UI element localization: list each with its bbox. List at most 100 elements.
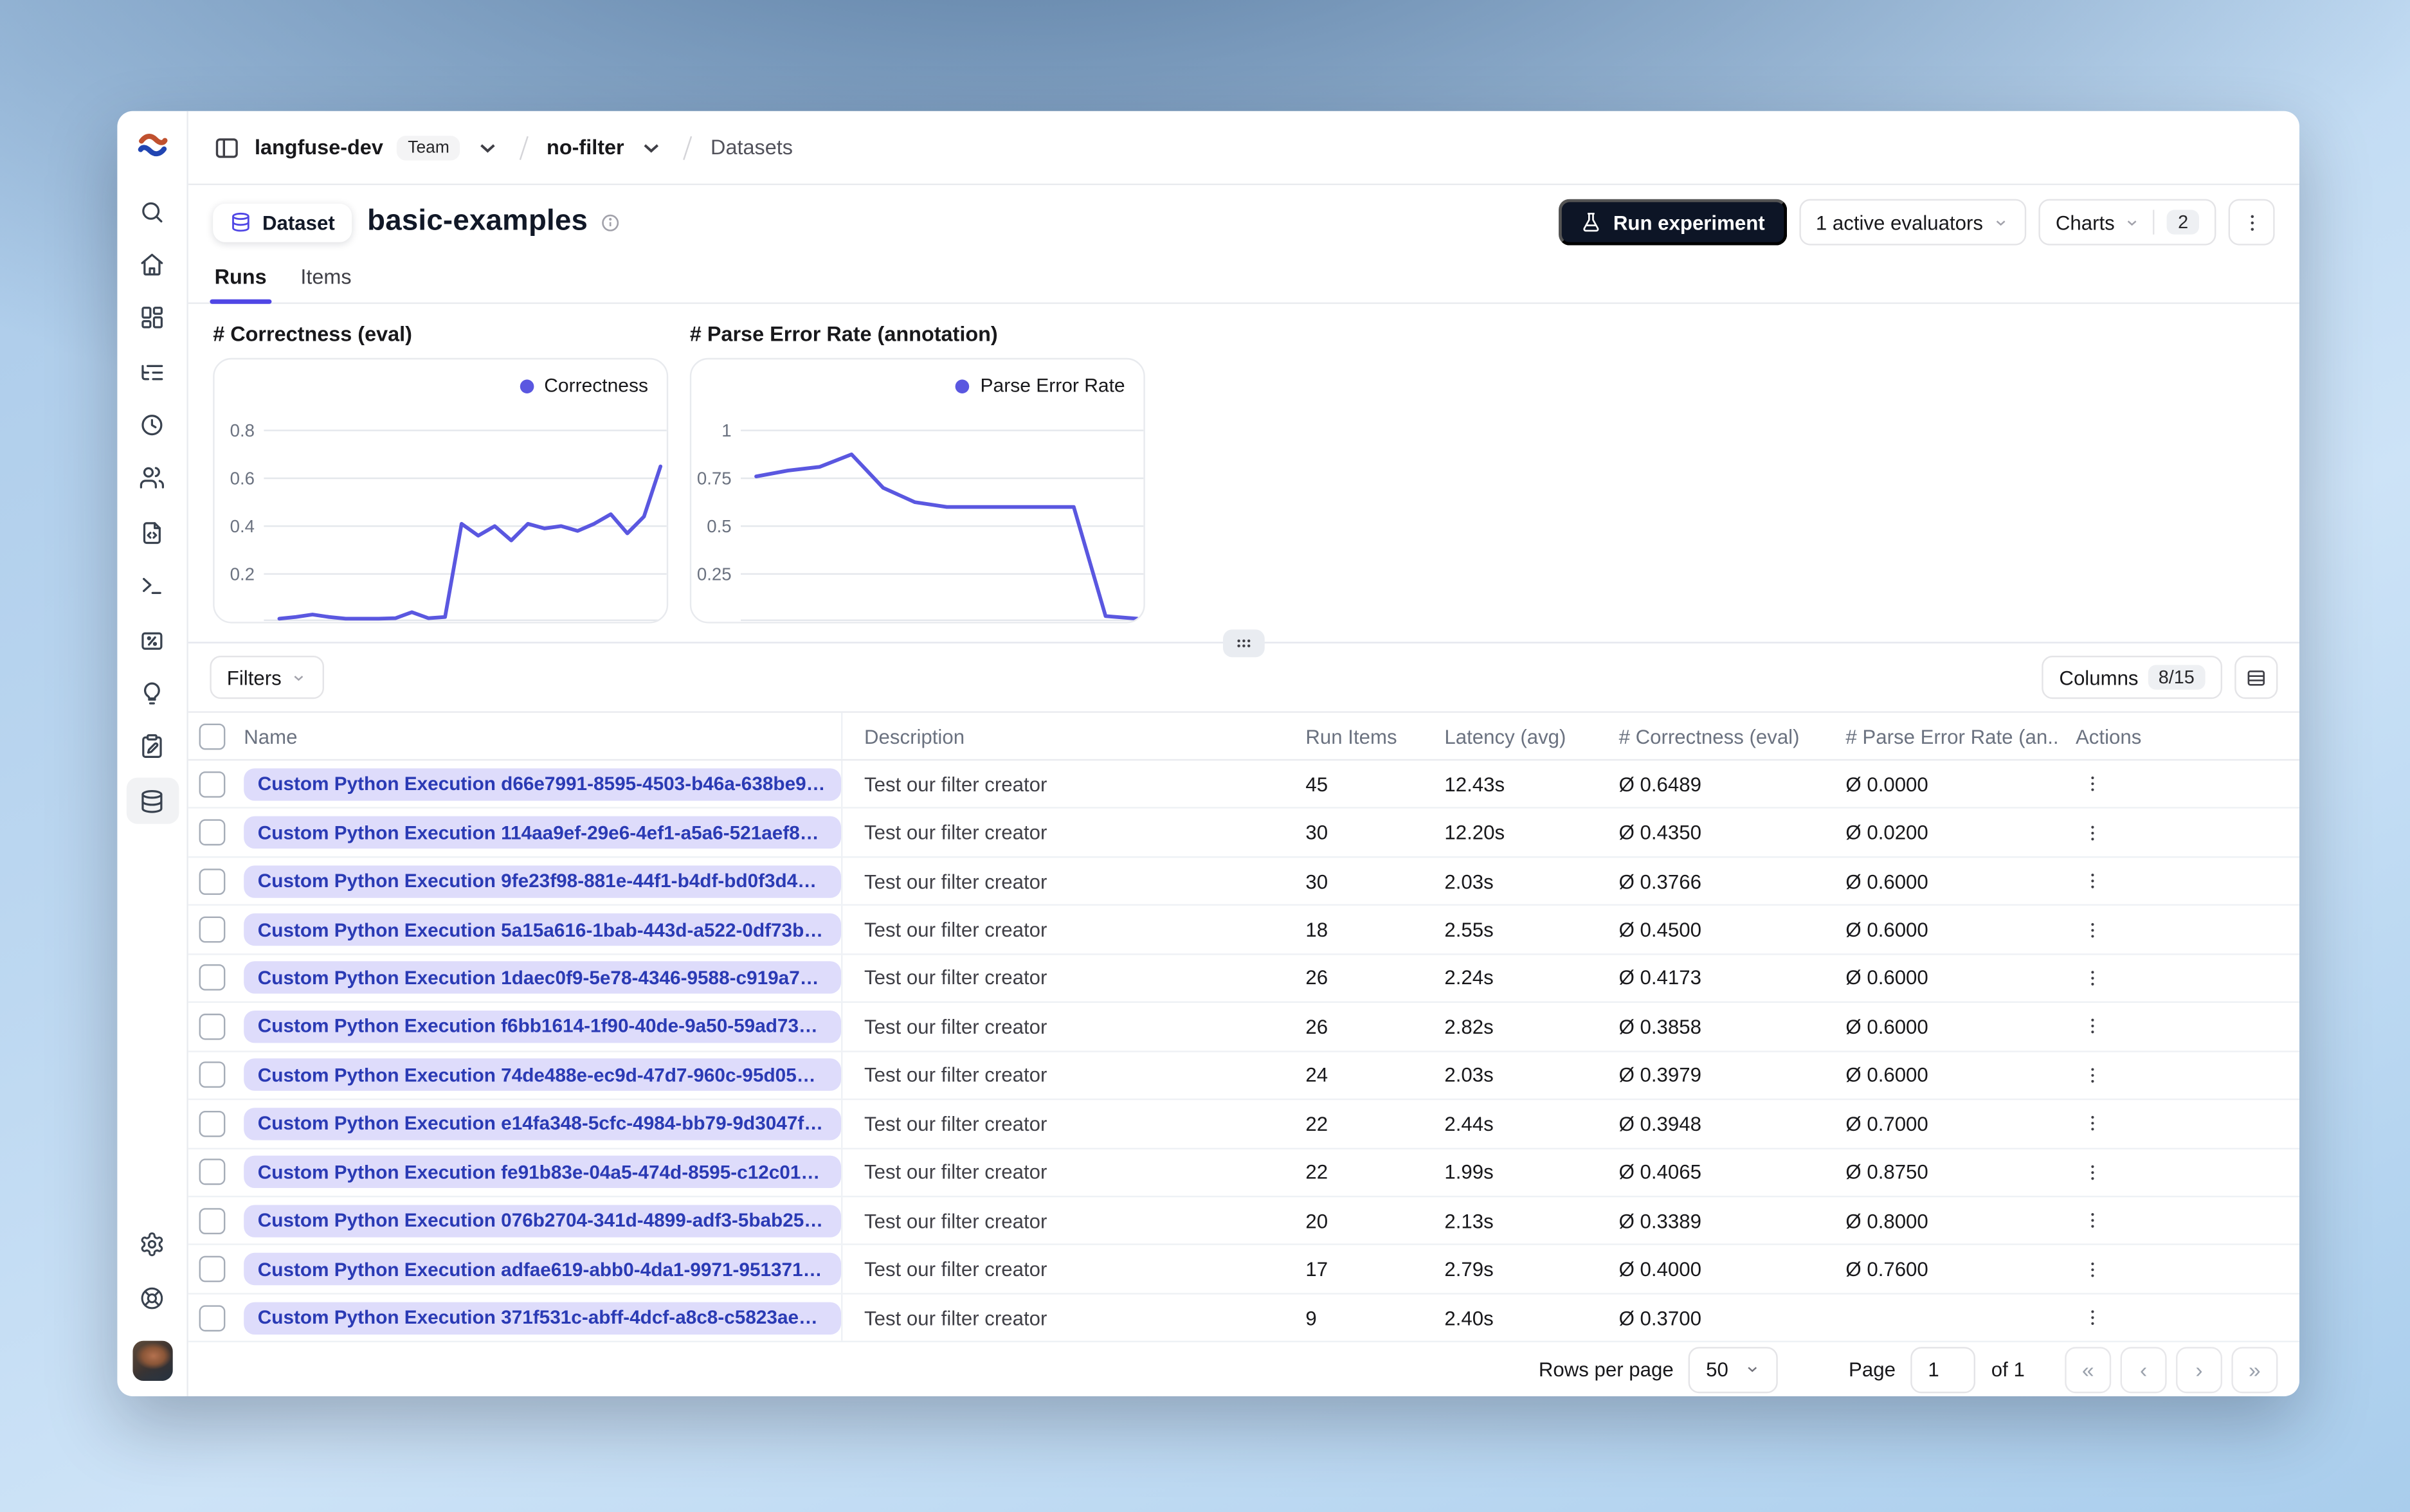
row-checkbox[interactable] [199, 771, 226, 798]
sidebar-item-insights[interactable] [126, 672, 179, 712]
row-checkbox[interactable] [199, 965, 226, 991]
row-actions-button[interactable] [2076, 767, 2110, 801]
user-avatar[interactable] [132, 1340, 172, 1381]
run-name-link[interactable]: Custom Python Execution 1daec0f9-5e78-43… [244, 962, 841, 995]
sidebar-item-evaluation[interactable] [126, 620, 179, 660]
sidebar-item-dashboard[interactable] [126, 296, 179, 336]
columns-button[interactable]: Columns 8/15 [2042, 656, 2223, 699]
langfuse-logo-icon[interactable] [134, 127, 171, 164]
run-name-link[interactable]: Custom Python Execution 5a15a616-1bab-44… [244, 913, 841, 946]
sidebar-item-datasets[interactable] [125, 777, 179, 824]
row-checkbox[interactable] [199, 1158, 226, 1185]
cell-run_items: 20 [1305, 1209, 1328, 1232]
row-actions-button[interactable] [2076, 913, 2110, 947]
sessions-icon [139, 411, 165, 438]
sidebar-item-playground[interactable] [126, 564, 179, 604]
run-name-link[interactable]: Custom Python Execution e14fa348-5cfc-49… [244, 1107, 841, 1140]
sidebar-bottom-nav [126, 1223, 179, 1317]
sidebar-item-users[interactable] [126, 456, 179, 496]
panel-toggle-icon[interactable] [213, 134, 240, 161]
database-icon [232, 212, 249, 232]
first-page-button[interactable]: « [2065, 1346, 2112, 1393]
row-actions-button[interactable] [2076, 961, 2110, 995]
button-divider [2153, 210, 2155, 235]
run-name-link[interactable]: Custom Python Execution 371f531c-abff-4d… [244, 1301, 841, 1334]
row-checkbox[interactable] [199, 1110, 226, 1137]
cell-latency: 2.13s [1444, 1209, 1494, 1232]
sidebar-item-search[interactable] [126, 192, 179, 231]
info-icon[interactable] [600, 212, 620, 232]
run-name-link[interactable]: Custom Python Execution 74de488e-ec9d-47… [244, 1059, 841, 1092]
row-actions-button[interactable] [2076, 1252, 2110, 1286]
row-actions-button[interactable] [2076, 1300, 2110, 1335]
table-row: Custom Python Execution 5a15a616-1bab-44… [188, 906, 2300, 955]
breadcrumb-section[interactable]: Datasets [711, 136, 793, 159]
datasets-icon [139, 788, 165, 814]
rows-per-page-select[interactable]: 50 [1689, 1346, 1778, 1393]
sidebar-item-home[interactable] [126, 244, 179, 284]
cell-correctness: Ø 0.3858 [1618, 1014, 1701, 1038]
run-name-link[interactable]: Custom Python Execution fe91b83e-04a5-47… [244, 1156, 841, 1189]
active-evaluators-label: 1 active evaluators [1815, 210, 1984, 234]
row-checkbox[interactable] [199, 819, 226, 846]
cell-run_items: 18 [1305, 918, 1328, 942]
tab-runs[interactable]: Runs [210, 266, 271, 304]
active-evaluators-button[interactable]: 1 active evaluators [1798, 199, 2027, 246]
charts-toggle-button[interactable]: Charts 2 [2038, 199, 2216, 246]
row-checkbox[interactable] [199, 1304, 226, 1331]
run-experiment-label: Run experiment [1613, 210, 1765, 234]
table-body: Custom Python Execution d66e7991-8595-45… [188, 760, 2300, 1343]
filters-button[interactable]: Filters [210, 656, 325, 699]
table-row: Custom Python Execution 9fe23f98-881e-44… [188, 858, 2300, 906]
page-number-input[interactable] [1910, 1346, 1976, 1393]
sidebar-item-prompts[interactable] [126, 512, 179, 552]
row-checkbox[interactable] [199, 868, 226, 895]
chevron-down-icon[interactable] [638, 134, 666, 161]
table-row: Custom Python Execution e14fa348-5cfc-49… [188, 1100, 2300, 1149]
run-name-link[interactable]: Custom Python Execution f6bb1614-1f90-40… [244, 1010, 841, 1043]
run-name-link[interactable]: Custom Python Execution adfae619-abb0-4d… [244, 1253, 841, 1286]
resize-grip-handle[interactable] [1223, 629, 1265, 657]
select-all-checkbox[interactable] [199, 723, 226, 750]
tab-items[interactable]: Items [300, 266, 351, 303]
row-actions-button[interactable] [2076, 1106, 2110, 1140]
run-name-link[interactable]: Custom Python Execution d66e7991-8595-45… [244, 768, 841, 800]
chevron-down-icon[interactable] [474, 134, 502, 161]
sidebar-item-annotation[interactable] [126, 725, 179, 765]
row-checkbox[interactable] [199, 1207, 226, 1234]
row-checkbox[interactable] [199, 1256, 226, 1282]
run-experiment-button[interactable]: Run experiment [1559, 199, 1787, 246]
sidebar-item-settings[interactable] [126, 1223, 179, 1263]
row-checkbox[interactable] [199, 1013, 226, 1040]
table-row: Custom Python Execution adfae619-abb0-4d… [188, 1245, 2300, 1295]
row-actions-button[interactable] [2076, 1155, 2110, 1189]
table-row: Custom Python Execution 114aa9ef-29e6-4e… [188, 809, 2300, 858]
next-page-button[interactable]: › [2176, 1346, 2223, 1393]
dashboard-icon [139, 303, 165, 330]
page-label: Page [1849, 1358, 1896, 1382]
row-actions-button[interactable] [2076, 1010, 2110, 1044]
row-checkbox[interactable] [199, 916, 226, 943]
settings-icon [139, 1230, 165, 1257]
last-page-button[interactable]: » [2231, 1346, 2278, 1393]
sidebar-item-tracing[interactable] [126, 352, 179, 392]
row-checkbox[interactable] [199, 1062, 226, 1088]
rows-per-page-label: Rows per page [1538, 1358, 1674, 1382]
row-height-button[interactable] [2234, 656, 2278, 699]
run-name-link[interactable]: Custom Python Execution 114aa9ef-29e6-4e… [244, 816, 841, 849]
breadcrumb-project[interactable]: no-filter [547, 136, 624, 159]
previous-page-button[interactable]: ‹ [2120, 1346, 2167, 1393]
chart-card: Parse Error Rate 0.25 0.5 0.75 1 [689, 357, 1145, 624]
row-actions-button[interactable] [2076, 1058, 2110, 1092]
breadcrumb-org[interactable]: langfuse-dev [255, 136, 383, 159]
cell-description: Test our filter creator [864, 1063, 1047, 1087]
row-actions-button[interactable] [2076, 816, 2110, 850]
cell-run_items: 22 [1305, 1112, 1328, 1135]
run-name-link[interactable]: Custom Python Execution 9fe23f98-881e-44… [244, 865, 841, 897]
sidebar-item-sessions[interactable] [126, 404, 179, 444]
row-actions-button[interactable] [2076, 1203, 2110, 1238]
sidebar-item-support[interactable] [126, 1277, 179, 1317]
page-menu-button[interactable] [2228, 199, 2275, 246]
row-actions-button[interactable] [2076, 864, 2110, 898]
run-name-link[interactable]: Custom Python Execution 076b2704-341d-48… [244, 1204, 841, 1237]
